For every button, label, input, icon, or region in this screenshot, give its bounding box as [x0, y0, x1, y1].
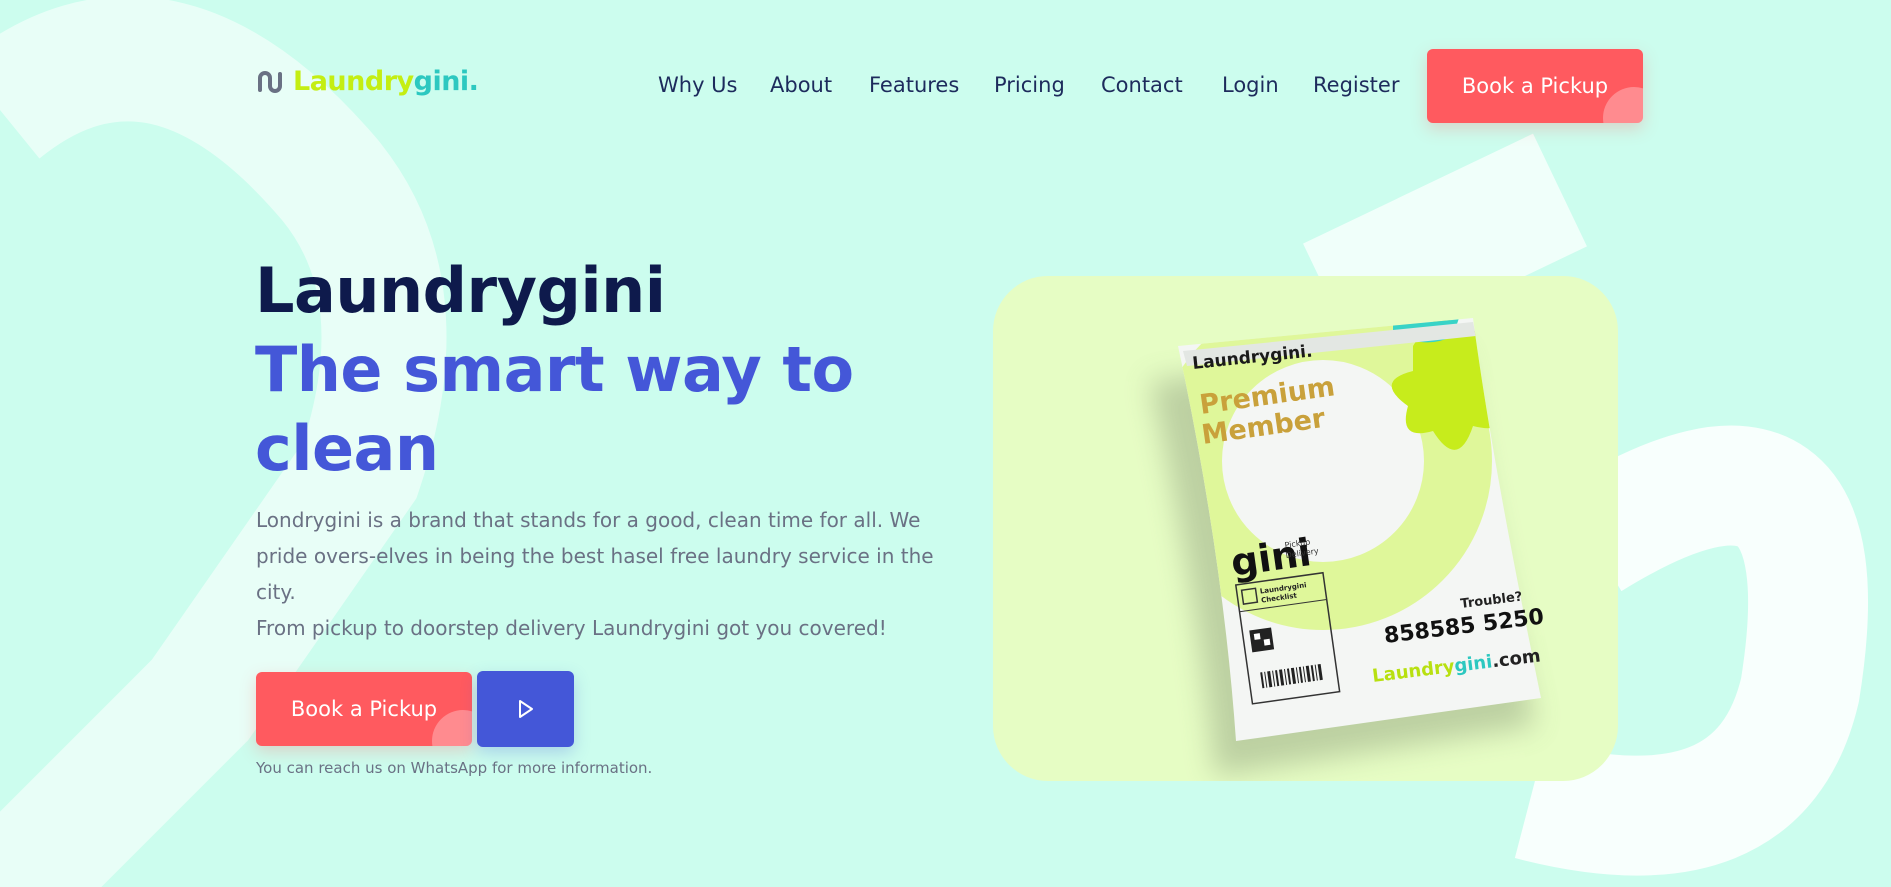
hero-book-pickup-label: Book a Pickup	[290, 697, 438, 721]
play-video-button[interactable]	[477, 671, 574, 747]
product-card: Laundrygini. Premium Member gini Pickup …	[993, 276, 1618, 781]
hero-title: Laundrygini	[255, 254, 666, 327]
hero-subtitle: The smart way to clean	[255, 333, 854, 485]
nav-about[interactable]: About	[770, 73, 832, 97]
header-book-pickup-label: Book a Pickup	[1461, 74, 1609, 98]
nav-why-us[interactable]: Why Us	[658, 73, 738, 97]
nav-features[interactable]: Features	[869, 73, 959, 97]
laundry-bag-image: Laundrygini. Premium Member gini Pickup …	[1150, 318, 1545, 776]
header-book-pickup-button[interactable]: Book a Pickup	[1427, 49, 1643, 123]
nav-register[interactable]: Register	[1313, 73, 1399, 97]
hero-book-pickup-button[interactable]: Book a Pickup	[256, 672, 472, 746]
whatsapp-note: You can reach us on WhatsApp for more in…	[256, 759, 653, 777]
nav-pricing[interactable]: Pricing	[994, 73, 1065, 97]
nav-contact[interactable]: Contact	[1101, 73, 1183, 97]
hero-description: Londrygini is a brand that stands for a …	[256, 508, 934, 604]
hero-description-2: From pickup to doorstep delivery Laundry…	[256, 616, 887, 640]
play-icon	[518, 700, 533, 718]
nav-login[interactable]: Login	[1222, 73, 1279, 97]
